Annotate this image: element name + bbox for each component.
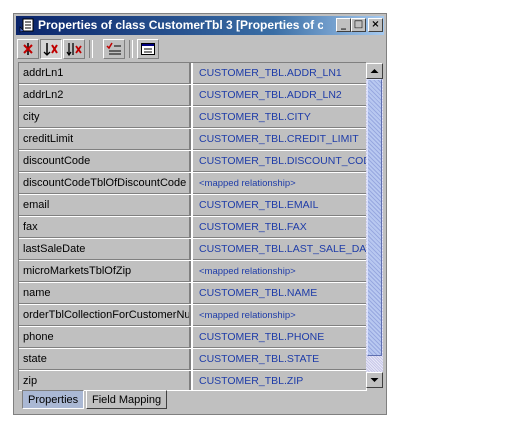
property-value[interactable]: CUSTOMER_TBL.NAME [193,283,366,304]
property-name: name [19,283,191,304]
property-value[interactable]: CUSTOMER_TBL.CITY [193,107,366,128]
category-tree-icon [23,43,33,55]
property-value[interactable]: CUSTOMER_TBL.PHONE [193,327,366,348]
window-title: Properties of class CustomerTbl 3 [Prope… [38,18,323,32]
property-name: addrLn2 [19,85,191,106]
close-button[interactable]: × [368,18,383,32]
by-category-button[interactable] [17,39,39,59]
property-row[interactable]: creditLimit CUSTOMER_TBL.CREDIT_LIMIT [19,129,366,151]
toolbar [17,38,382,60]
sort-alpha-icon [43,43,58,56]
tab-bar: Properties Field Mapping [20,390,380,412]
property-value[interactable]: <mapped relationship> [193,173,366,194]
property-sheet: addrLn1 CUSTOMER_TBL.ADDR_LN1 addrLn2 CUSTO… [18,62,367,391]
alphabetic-button[interactable] [40,39,62,59]
property-name: creditLimit [19,129,191,150]
property-row[interactable]: microMarketsTblOfZip <mapped relationship… [19,261,366,283]
property-value[interactable]: <mapped relationship> [193,305,366,326]
property-row[interactable]: discountCodeTblOfDiscountCode <mapped rel… [19,173,366,195]
property-row[interactable]: name CUSTOMER_TBL.NAME [19,283,366,305]
property-value[interactable]: CUSTOMER_TBL.ZIP [193,371,366,390]
property-name: lastSaleDate [19,239,191,260]
property-value[interactable]: CUSTOMER_TBL.ADDR_LN2 [193,85,366,106]
property-name: state [19,349,191,370]
sort-by-type-button[interactable] [63,39,85,59]
property-value[interactable]: CUSTOMER_TBL.CREDIT_LIMIT [193,129,366,150]
tab-properties[interactable]: Properties [22,390,85,409]
minimize-button[interactable]: _ [336,18,351,32]
property-value[interactable]: CUSTOMER_TBL.ADDR_LN1 [193,63,366,84]
property-value[interactable]: <mapped relationship> [193,261,366,282]
property-row[interactable]: zip CUSTOMER_TBL.ZIP [19,371,366,390]
vertical-scrollbar[interactable] [366,63,383,388]
maximize-button[interactable]: □ [351,18,366,32]
property-name: phone [19,327,191,348]
property-row[interactable]: email CUSTOMER_TBL.EMAIL [19,195,366,217]
property-name: zip [19,371,191,390]
property-name: fax [19,217,191,238]
property-name: city [19,107,191,128]
arrow-up-icon [370,69,379,73]
property-name: email [19,195,191,216]
sort-type-icon [66,43,82,57]
property-row[interactable]: phone CUSTOMER_TBL.PHONE [19,327,366,349]
property-name: addrLn1 [19,63,191,84]
property-row[interactable]: fax CUSTOMER_TBL.FAX [19,217,366,239]
property-value[interactable]: CUSTOMER_TBL.LAST_SALE_DATE [193,239,366,260]
help-page-icon [141,43,155,55]
scroll-thumb[interactable] [367,79,382,356]
show-modified-button[interactable] [103,39,125,59]
arrow-down-icon [370,378,379,382]
toolbar-separator [89,40,93,58]
property-row[interactable]: discountCode CUSTOMER_TBL.DISCOUNT_CODE [19,151,366,173]
scroll-down-button[interactable] [366,372,383,388]
tab-field-mapping[interactable]: Field Mapping [86,390,168,409]
scroll-up-button[interactable] [366,63,383,79]
scroll-track[interactable] [366,79,383,372]
property-row[interactable]: city CUSTOMER_TBL.CITY [19,107,366,129]
property-row[interactable]: addrLn1 CUSTOMER_TBL.ADDR_LN1 [19,63,366,85]
property-name: discountCode [19,151,191,172]
properties-window: Properties of class CustomerTbl 3 [Prope… [13,13,387,415]
title-bar[interactable]: Properties of class CustomerTbl 3 [Prope… [16,16,384,35]
properties-sheet-icon [19,18,34,33]
checklist-icon [106,42,121,55]
property-row[interactable]: addrLn2 CUSTOMER_TBL.ADDR_LN2 [19,85,366,107]
property-value[interactable]: CUSTOMER_TBL.STATE [193,349,366,370]
property-name: discountCodeTblOfDiscountCode [19,173,191,194]
property-value[interactable]: CUSTOMER_TBL.DISCOUNT_CODE [193,151,366,172]
property-row[interactable]: orderTblCollectionForCustomerNum <mapped … [19,305,366,327]
property-value[interactable]: CUSTOMER_TBL.EMAIL [193,195,366,216]
property-value[interactable]: CUSTOMER_TBL.FAX [193,217,366,238]
property-name: microMarketsTblOfZip [19,261,191,282]
toolbar-separator [129,40,133,58]
property-row[interactable]: lastSaleDate CUSTOMER_TBL.LAST_SALE_DATE [19,239,366,261]
property-name: orderTblCollectionForCustomerNum [19,305,191,326]
property-row[interactable]: state CUSTOMER_TBL.STATE [19,349,366,371]
help-button[interactable] [137,39,159,59]
